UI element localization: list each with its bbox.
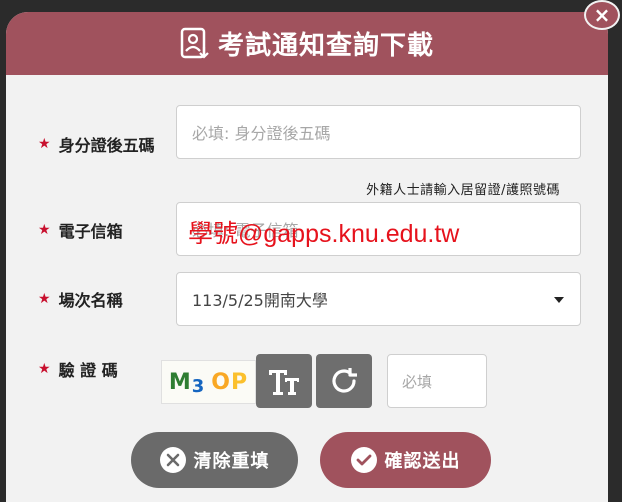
captcha-char: P — [231, 369, 249, 395]
captcha-char: M — [168, 369, 192, 395]
close-button[interactable]: × — [584, 0, 620, 30]
captcha-input[interactable]: 必填 — [387, 354, 487, 408]
modal-title: 考試通知查詢下載 — [217, 31, 434, 61]
text-size-icon — [269, 370, 299, 395]
id-input[interactable]: 必填: 身分證後五碼 — [176, 105, 581, 159]
captcha-char: 3 — [191, 375, 206, 397]
id-hint: 外籍人士請輸入居留證/護照號碼 — [366, 183, 560, 198]
email-label: ★ 電子信箱 — [38, 222, 123, 241]
captcha-refresh-button[interactable] — [316, 354, 372, 408]
captcha-char: O — [211, 369, 231, 395]
check-circle-icon — [350, 447, 377, 473]
required-star-icon: ★ — [38, 361, 51, 377]
close-icon: × — [593, 3, 611, 27]
required-star-icon: ★ — [38, 291, 51, 307]
reset-button[interactable]: 清除重填 — [131, 432, 298, 488]
exam-notice-modal: 考試通知查詢下載 ★ 身分證後五碼 必填: 身分證後五碼 外籍人士請輸入居留證/… — [6, 12, 608, 502]
captcha-label: ★ 驗 證 碼 — [38, 361, 118, 380]
captcha-image: M 3 O P — [161, 360, 256, 404]
submit-button[interactable]: 確認送出 — [320, 432, 491, 488]
session-select[interactable]: 113/5/25開南大學 — [176, 272, 581, 326]
captcha-audio-button[interactable] — [256, 354, 312, 408]
required-star-icon: ★ — [38, 136, 51, 152]
email-input[interactable]: 必填: 電子信箱 — [176, 202, 581, 256]
download-document-icon — [180, 27, 209, 59]
required-star-icon: ★ — [38, 222, 51, 238]
session-label: ★ 場次名稱 — [38, 291, 123, 310]
close-circle-icon — [159, 447, 186, 473]
caret-down-icon — [554, 297, 564, 303]
id-label: ★ 身分證後五碼 — [38, 136, 155, 155]
refresh-icon — [332, 368, 357, 393]
modal-header: 考試通知查詢下載 — [6, 12, 608, 75]
